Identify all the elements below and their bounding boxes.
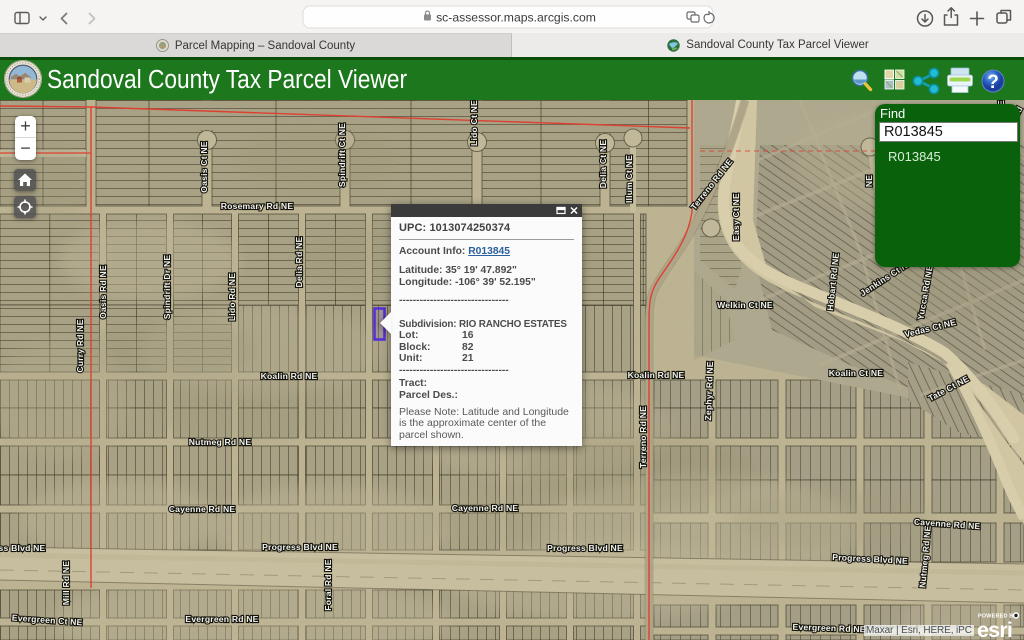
svg-text:Lido Rd NE: Lido Rd NE bbox=[227, 273, 237, 321]
svg-text:Oasis Rd NE: Oasis Rd NE bbox=[98, 265, 108, 319]
svg-text:Spindrift Ct NE: Spindrift Ct NE bbox=[337, 123, 347, 187]
svg-text:sc-assessor.maps.arcgis.com: sc-assessor.maps.arcgis.com bbox=[436, 11, 596, 25]
svg-text:Nutmeg Rd NE: Nutmeg Rd NE bbox=[189, 437, 252, 447]
svg-text:Oasis Ct NE: Oasis Ct NE bbox=[199, 141, 209, 192]
svg-text:Terreno Rd NE: Terreno Rd NE bbox=[638, 406, 648, 468]
svg-text:Foral Rd NE: Foral Rd NE bbox=[323, 559, 333, 610]
svg-text:Sandoval County Tax Parcel Vie: Sandoval County Tax Parcel Viewer bbox=[47, 66, 407, 94]
svg-text:Illum Ct NE: Illum Ct NE bbox=[624, 155, 634, 203]
svg-text:Cayenne Rd NE: Cayenne Rd NE bbox=[169, 504, 236, 514]
svg-text:Easy Ct NE: Easy Ct NE bbox=[731, 193, 741, 241]
svg-text:Mill Rd NE: Mill Rd NE bbox=[61, 561, 71, 606]
svg-text:Rosemary Rd NE: Rosemary Rd NE bbox=[221, 201, 294, 211]
svg-text:Cayenne Rd NE: Cayenne Rd NE bbox=[452, 503, 519, 513]
svg-text:Lido Ct NE: Lido Ct NE bbox=[469, 100, 479, 146]
svg-text:Koalin Rd NE: Koalin Rd NE bbox=[628, 370, 685, 380]
svg-text:Evergreen Rd NE: Evergreen Rd NE bbox=[185, 614, 258, 624]
svg-text:Koalin Rd NE: Koalin Rd NE bbox=[261, 371, 318, 381]
svg-text:Progress Blvd NE: Progress Blvd NE bbox=[262, 542, 338, 552]
svg-text:Delia Ct NE: Delia Ct NE bbox=[598, 140, 608, 189]
svg-text:Progress Blvd NE: Progress Blvd NE bbox=[547, 543, 623, 553]
svg-text:esri: esri bbox=[977, 618, 1012, 640]
svg-text:Spindrift Dr NE: Spindrift Dr NE bbox=[162, 255, 172, 320]
svg-text:NE: NE bbox=[864, 175, 874, 187]
svg-text:Koalin Ct NE: Koalin Ct NE bbox=[829, 368, 884, 378]
svg-text:Welkin Ct NE: Welkin Ct NE bbox=[717, 300, 773, 310]
svg-text:Curry Rd NE: Curry Rd NE bbox=[75, 319, 85, 372]
svg-text:?: ? bbox=[987, 72, 999, 93]
svg-text:ss Blvd NE: ss Blvd NE bbox=[0, 543, 46, 553]
svg-text:Zephyr Rd NE: Zephyr Rd NE bbox=[703, 361, 715, 421]
svg-text:Delia Rd NE: Delia Rd NE bbox=[294, 236, 304, 287]
